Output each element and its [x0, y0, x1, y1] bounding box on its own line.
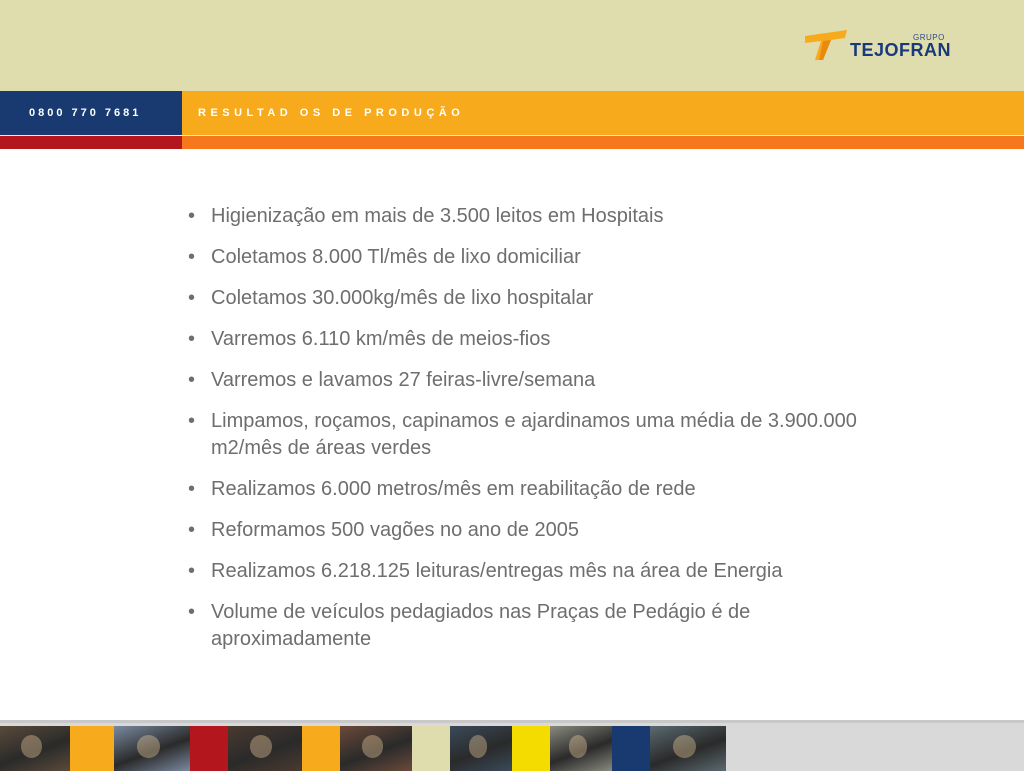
- street-cleaner-photo: [650, 726, 726, 771]
- bullet-icon: •: [188, 601, 196, 623]
- list-item: • Coletamos 30.000kg/mês de lixo hospital…: [188, 285, 888, 312]
- production-results-list: • Higienização em mais de 3.500 leitos em…: [188, 203, 888, 667]
- photo-highlight: [672, 735, 696, 758]
- phone-number[interactable]: 0800 770 7681: [0, 91, 182, 135]
- list-item: • Limpamos, roçamos, capinamos e ajardina…: [188, 408, 888, 462]
- bullet-icon: •: [188, 287, 196, 309]
- bullet-icon: •: [188, 560, 196, 582]
- bullet-icon: •: [188, 410, 196, 432]
- color-tile: [190, 726, 228, 771]
- color-tile: [70, 726, 114, 771]
- color-tile: [302, 726, 340, 771]
- photo-highlight: [468, 735, 488, 758]
- machinery-photo: [450, 726, 512, 771]
- accent-stripe-orange: [182, 136, 1024, 149]
- list-item-text: Reformamos 500 vagões no ano de 2005: [211, 519, 580, 541]
- smiling-worker-photo: [340, 726, 412, 771]
- accent-stripe-red: [0, 136, 182, 149]
- list-item-text: Realizamos 6.000 metros/mês em reabilita…: [211, 478, 696, 500]
- photo-highlight: [568, 735, 588, 758]
- list-item-text: Coletamos 30.000kg/mês de lixo hospitala…: [211, 287, 594, 309]
- logo-mark-icon: [805, 30, 847, 60]
- welding-worker-photo: [0, 726, 70, 771]
- list-item-text: Realizamos 6.218.125 leituras/entregas m…: [211, 560, 783, 582]
- section-title: RESULTAD OS DE PRODUÇÃO: [198, 107, 465, 119]
- bullet-icon: •: [188, 328, 196, 350]
- mechanic-worker-photo: [114, 726, 190, 771]
- bullet-icon: •: [188, 519, 196, 541]
- list-item-text: Varremos 6.110 km/mês de meios-fios: [211, 328, 551, 350]
- list-item: • Realizamos 6.000 metros/mês em reabilit…: [188, 476, 888, 503]
- list-item-text: Volume de veículos pedagiados nas Praças…: [211, 601, 751, 650]
- photo-highlight: [21, 735, 42, 758]
- welder-mask-photo: [228, 726, 302, 771]
- list-item: • Higienização em mais de 3.500 leitos em…: [188, 203, 888, 230]
- list-item-text: Higienização em mais de 3.500 leitos em …: [211, 205, 664, 227]
- list-item: • Coletamos 8.000 Tl/mês de lixo domicili…: [188, 244, 888, 271]
- construction-worker-photo: [550, 726, 612, 771]
- color-tile: [412, 726, 450, 771]
- color-tile: [612, 726, 650, 771]
- list-item: • Varremos e lavamos 27 feiras-livre/sema…: [188, 367, 888, 394]
- photo-highlight: [136, 735, 160, 758]
- photo-highlight: [250, 735, 273, 758]
- list-item: • Reformamos 500 vagões no ano de 2005: [188, 517, 888, 544]
- bullet-icon: •: [188, 205, 196, 227]
- color-tile: [512, 726, 550, 771]
- photo-highlight: [361, 735, 384, 758]
- list-item-text: Varremos e lavamos 27 feiras-livre/seman…: [211, 369, 596, 391]
- list-item-text: Limpamos, roçamos, capinamos e ajardinam…: [211, 410, 857, 459]
- header-bar: 0800 770 7681 RESULTAD OS DE PRODUÇÃO: [0, 91, 1024, 135]
- list-item: • Varremos 6.110 km/mês de meios-fios: [188, 326, 888, 353]
- list-item: • Realizamos 6.218.125 leituras/entregas …: [188, 558, 888, 585]
- list-item-text: Coletamos 8.000 Tl/mês de lixo domicilia…: [211, 246, 581, 268]
- bullet-icon: •: [188, 478, 196, 500]
- bullet-icon: •: [188, 246, 196, 268]
- photo-strip: [0, 720, 1024, 771]
- list-item: • Volume de veículos pedagiados nas Praça…: [188, 599, 888, 653]
- bullet-icon: •: [188, 369, 196, 391]
- logo-company-name: TEJOFRAN: [850, 40, 952, 60]
